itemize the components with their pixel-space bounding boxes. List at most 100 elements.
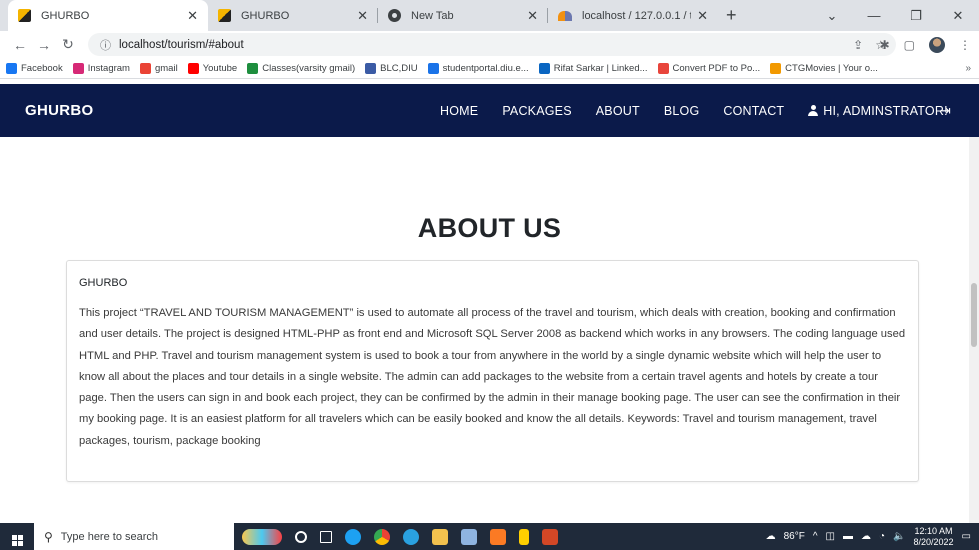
edge-icon[interactable] xyxy=(345,528,361,545)
user-icon xyxy=(808,104,819,116)
volume-icon[interactable]: 🔈 xyxy=(893,531,905,542)
bookmarks-overflow-button[interactable]: » xyxy=(965,63,971,74)
site-brand-logo[interactable]: GHURBO xyxy=(25,102,93,119)
user-greeting-text: HI, ADMINSTRATOR! xyxy=(823,103,948,118)
weather-icon[interactable]: ☁ xyxy=(766,531,776,542)
powerpoint-icon[interactable] xyxy=(542,528,558,545)
bookmark-item[interactable]: Youtube xyxy=(187,62,238,74)
close-window-button[interactable]: ✕ xyxy=(937,8,979,24)
bookmark-favicon-icon xyxy=(770,62,782,74)
weather-temp[interactable]: 86°F xyxy=(784,531,805,542)
bookmark-favicon-icon xyxy=(365,62,377,74)
bookmark-label: CTGMovies | Your o... xyxy=(785,62,878,74)
page-scrollbar-thumb[interactable] xyxy=(971,283,977,347)
minimize-button[interactable]: — xyxy=(853,8,895,23)
bookmark-item[interactable]: CTGMovies | Your o... xyxy=(770,62,878,74)
tab-search-icon[interactable]: ⌄ xyxy=(811,8,853,24)
share-icon[interactable]: ⇪ xyxy=(853,38,863,52)
windows-taskbar: ⚲ Type here to search ☁ 86°F ^ ◫ ▬ ☁ ◔ 🔈… xyxy=(0,523,979,550)
windows-logo-icon xyxy=(11,534,23,546)
tray-app-icon[interactable]: ◫ xyxy=(826,531,835,542)
bookmark-item[interactable]: Convert PDF to Po... xyxy=(657,62,761,74)
task-view-icon[interactable] xyxy=(320,530,332,543)
app-icon[interactable] xyxy=(461,528,477,545)
file-explorer-icon[interactable] xyxy=(432,528,448,545)
bookmark-favicon-icon xyxy=(139,62,151,74)
ghurbo-favicon-icon xyxy=(18,9,31,22)
bookmark-item[interactable]: Rifat Sarkar | Linked... xyxy=(538,62,648,74)
tab-close-icon[interactable]: ✕ xyxy=(357,8,368,24)
browser-tab-ghurbo[interactable]: GHURBO ✕ xyxy=(208,0,378,31)
bookmark-label: studentportal.diu.e... xyxy=(442,62,529,74)
bookmark-label: Classes(varsity gmail) xyxy=(262,62,356,74)
site-info-icon[interactable]: ⓘ xyxy=(100,37,111,53)
address-bar[interactable]: ⓘ localhost/tourism/#about ⇪ ☆ xyxy=(88,33,896,56)
clock-time: 12:10 AM xyxy=(914,525,953,536)
tab-title: GHURBO xyxy=(241,9,290,22)
nav-blog[interactable]: BLOG xyxy=(664,104,700,118)
bookmark-favicon-icon xyxy=(427,62,439,74)
bookmark-item[interactable]: Instagram xyxy=(72,62,130,74)
site-menu: HOME PACKAGES ABOUT BLOG CONTACT HI, ADM… xyxy=(440,104,972,118)
taskbar-search-box[interactable]: ⚲ Type here to search xyxy=(34,523,234,550)
bookmark-label: Convert PDF to Po... xyxy=(672,62,761,74)
windows-start-button[interactable] xyxy=(0,528,34,546)
back-arrow-icon[interactable]: ← xyxy=(8,37,32,53)
wifi-icon[interactable]: ◔ xyxy=(879,531,885,542)
telegram-icon[interactable] xyxy=(403,528,419,545)
bookmark-item[interactable]: Classes(varsity gmail) xyxy=(247,62,356,74)
restore-button[interactable]: ❐ xyxy=(895,8,937,24)
tab-close-icon[interactable]: ✕ xyxy=(697,8,708,24)
reload-icon[interactable]: ↻ xyxy=(56,36,80,53)
cortana-icon[interactable] xyxy=(295,530,307,543)
news-widget-icon[interactable] xyxy=(242,528,282,545)
tab-title: localhost / 127.0.0.1 / tourism_di xyxy=(582,9,691,22)
onedrive-icon[interactable]: ☁ xyxy=(861,531,871,542)
sublime-icon[interactable] xyxy=(519,528,529,545)
xampp-icon[interactable] xyxy=(490,528,506,545)
taskbar-search-placeholder: Type here to search xyxy=(60,530,159,543)
bookmark-item[interactable]: gmail xyxy=(139,62,178,74)
browser-tab-ghurbo-active[interactable]: GHURBO ✕ xyxy=(8,0,208,31)
nav-about[interactable]: ABOUT xyxy=(596,104,640,118)
url-text[interactable]: localhost/tourism/#about xyxy=(119,39,244,51)
battery-icon[interactable]: ▬ xyxy=(843,531,853,542)
phpmyadmin-favicon-icon xyxy=(558,10,572,21)
notifications-icon[interactable]: ▭ xyxy=(962,531,971,542)
bookmark-item[interactable]: BLC,DIU xyxy=(365,62,418,74)
side-panel-icon[interactable]: ▢ xyxy=(904,38,915,52)
tab-title: New Tab xyxy=(411,9,454,22)
new-tab-button[interactable]: + xyxy=(726,0,737,31)
nav-contact[interactable]: CONTACT xyxy=(723,104,784,118)
browser-tab-phpmyadmin[interactable]: localhost / 127.0.0.1 / tourism_di ✕ xyxy=(548,0,718,31)
search-icon: ⚲ xyxy=(44,529,53,544)
bookmark-item[interactable]: Facebook xyxy=(6,62,63,74)
bookmark-item[interactable]: studentportal.diu.e... xyxy=(427,62,529,74)
chrome-icon[interactable] xyxy=(374,528,390,545)
bookmark-label: gmail xyxy=(154,62,178,74)
nav-home[interactable]: HOME xyxy=(440,104,478,118)
forward-arrow-icon[interactable]: → xyxy=(32,37,56,53)
chrome-menu-icon[interactable]: ⋮ xyxy=(959,38,971,52)
browser-tab-newtab[interactable]: New Tab ✕ xyxy=(378,0,548,31)
tray-chevron-icon[interactable]: ^ xyxy=(813,531,818,542)
about-heading: ABOUT US xyxy=(417,213,562,243)
tab-close-icon[interactable]: ✕ xyxy=(187,8,198,24)
tab-close-icon[interactable]: ✕ xyxy=(527,8,538,24)
profile-avatar[interactable] xyxy=(929,36,945,53)
extensions-puzzle-icon[interactable]: ✱ xyxy=(880,38,890,52)
bookmark-favicon-icon xyxy=(657,62,669,74)
taskbar-clock[interactable]: 12:10 AM 8/20/2022 xyxy=(914,526,954,548)
site-navbar: GHURBO HOME PACKAGES ABOUT BLOG CONTACT … xyxy=(0,84,979,137)
about-card-text: This project “TRAVEL AND TOURISM MANAGEM… xyxy=(79,307,906,447)
window-controls: ⌄ — ❐ ✕ xyxy=(811,0,979,31)
ghurbo-favicon-icon xyxy=(218,9,231,22)
sign-out-icon[interactable]: ⇥ xyxy=(940,103,951,119)
nav-user-greeting[interactable]: HI, ADMINSTRATOR! xyxy=(808,103,948,118)
nav-packages[interactable]: PACKAGES xyxy=(502,104,571,118)
clock-date: 8/20/2022 xyxy=(913,536,954,547)
bookmark-label: Youtube xyxy=(202,62,238,74)
bookmark-label: Instagram xyxy=(87,62,130,74)
taskbar-apps xyxy=(242,528,558,545)
bookmark-favicon-icon xyxy=(72,62,84,74)
